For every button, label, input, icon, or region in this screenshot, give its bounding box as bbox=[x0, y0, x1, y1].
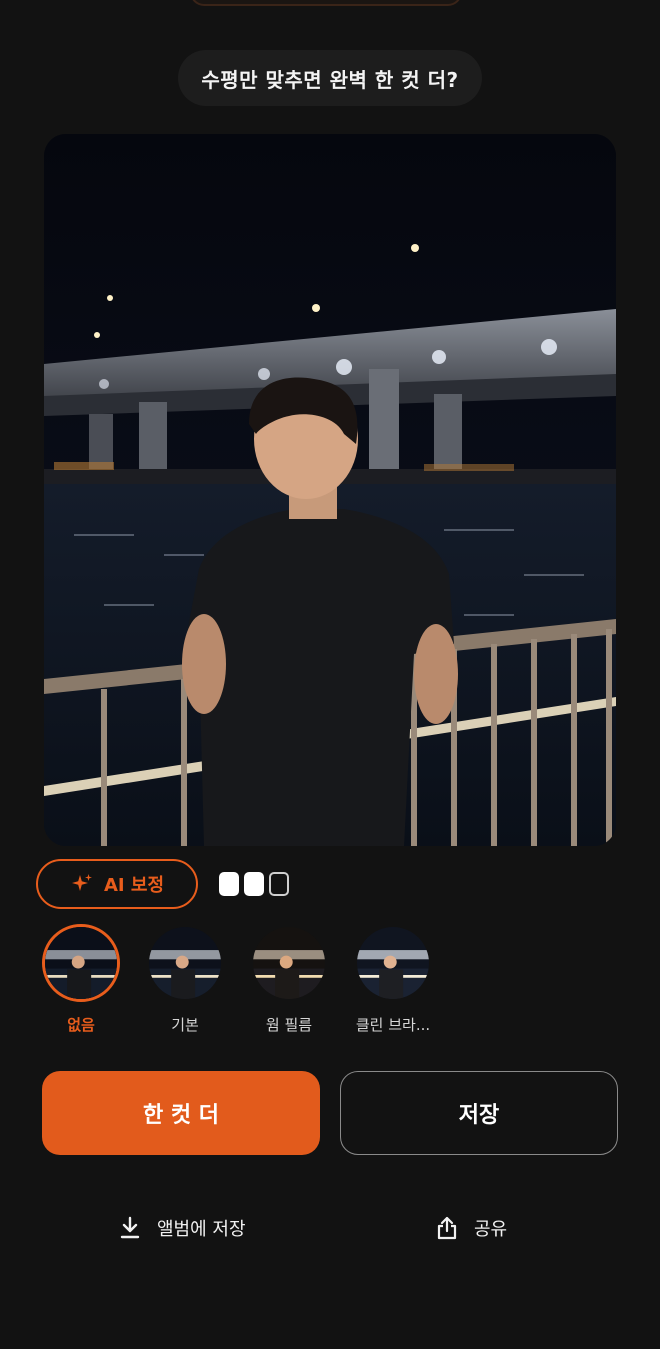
credit-empty bbox=[269, 872, 289, 896]
save-to-album-label: 앨범에 저장 bbox=[157, 1219, 246, 1240]
filter-list: 없음 기본 웜 필름 클린 브라... bbox=[42, 924, 432, 1035]
ai-enhance-label: AI 보정 bbox=[103, 875, 164, 896]
ai-enhance-button[interactable]: AI 보정 bbox=[36, 859, 198, 909]
share-label: 공유 bbox=[474, 1219, 508, 1240]
credit-filled bbox=[219, 872, 239, 896]
filter-clean-bright[interactable]: 클린 브라... bbox=[354, 924, 432, 1035]
save-label: 저장 bbox=[458, 1103, 500, 1128]
credit-filled bbox=[244, 872, 264, 896]
download-icon bbox=[120, 1216, 140, 1239]
filter-warm-film[interactable]: 웜 필름 bbox=[250, 924, 328, 1035]
filter-label: 없음 bbox=[67, 1016, 95, 1034]
hint-text: 수평만 맞추면 완벽 한 컷 더? bbox=[201, 67, 459, 92]
save-to-album-button[interactable]: 앨범에 저장 bbox=[117, 1208, 246, 1248]
one-more-shot-button[interactable]: 한 컷 더 bbox=[42, 1071, 320, 1155]
filter-basic[interactable]: 기본 bbox=[146, 924, 224, 1035]
filter-thumbnail bbox=[42, 924, 120, 1002]
sparkle-icon bbox=[71, 874, 92, 891]
photo-image bbox=[44, 134, 616, 846]
filter-thumbnail bbox=[250, 924, 328, 1002]
share-button[interactable]: 공유 bbox=[434, 1208, 507, 1248]
share-icon bbox=[437, 1216, 457, 1240]
filter-thumbnail bbox=[146, 924, 224, 1002]
credit-indicator bbox=[219, 872, 289, 896]
filter-none[interactable]: 없음 bbox=[42, 924, 120, 1035]
hint-bubble: 수평만 맞추면 완벽 한 컷 더? bbox=[178, 50, 482, 106]
save-button[interactable]: 저장 bbox=[340, 1071, 618, 1155]
filter-label: 웜 필름 bbox=[265, 1016, 313, 1034]
filter-thumbnail bbox=[354, 924, 432, 1002]
filter-label: 기본 bbox=[171, 1016, 199, 1034]
filter-label: 클린 브라... bbox=[355, 1016, 431, 1034]
one-more-shot-label: 한 컷 더 bbox=[142, 1103, 220, 1128]
photo-preview[interactable] bbox=[44, 134, 616, 846]
top-sheet-handle bbox=[190, 0, 462, 6]
